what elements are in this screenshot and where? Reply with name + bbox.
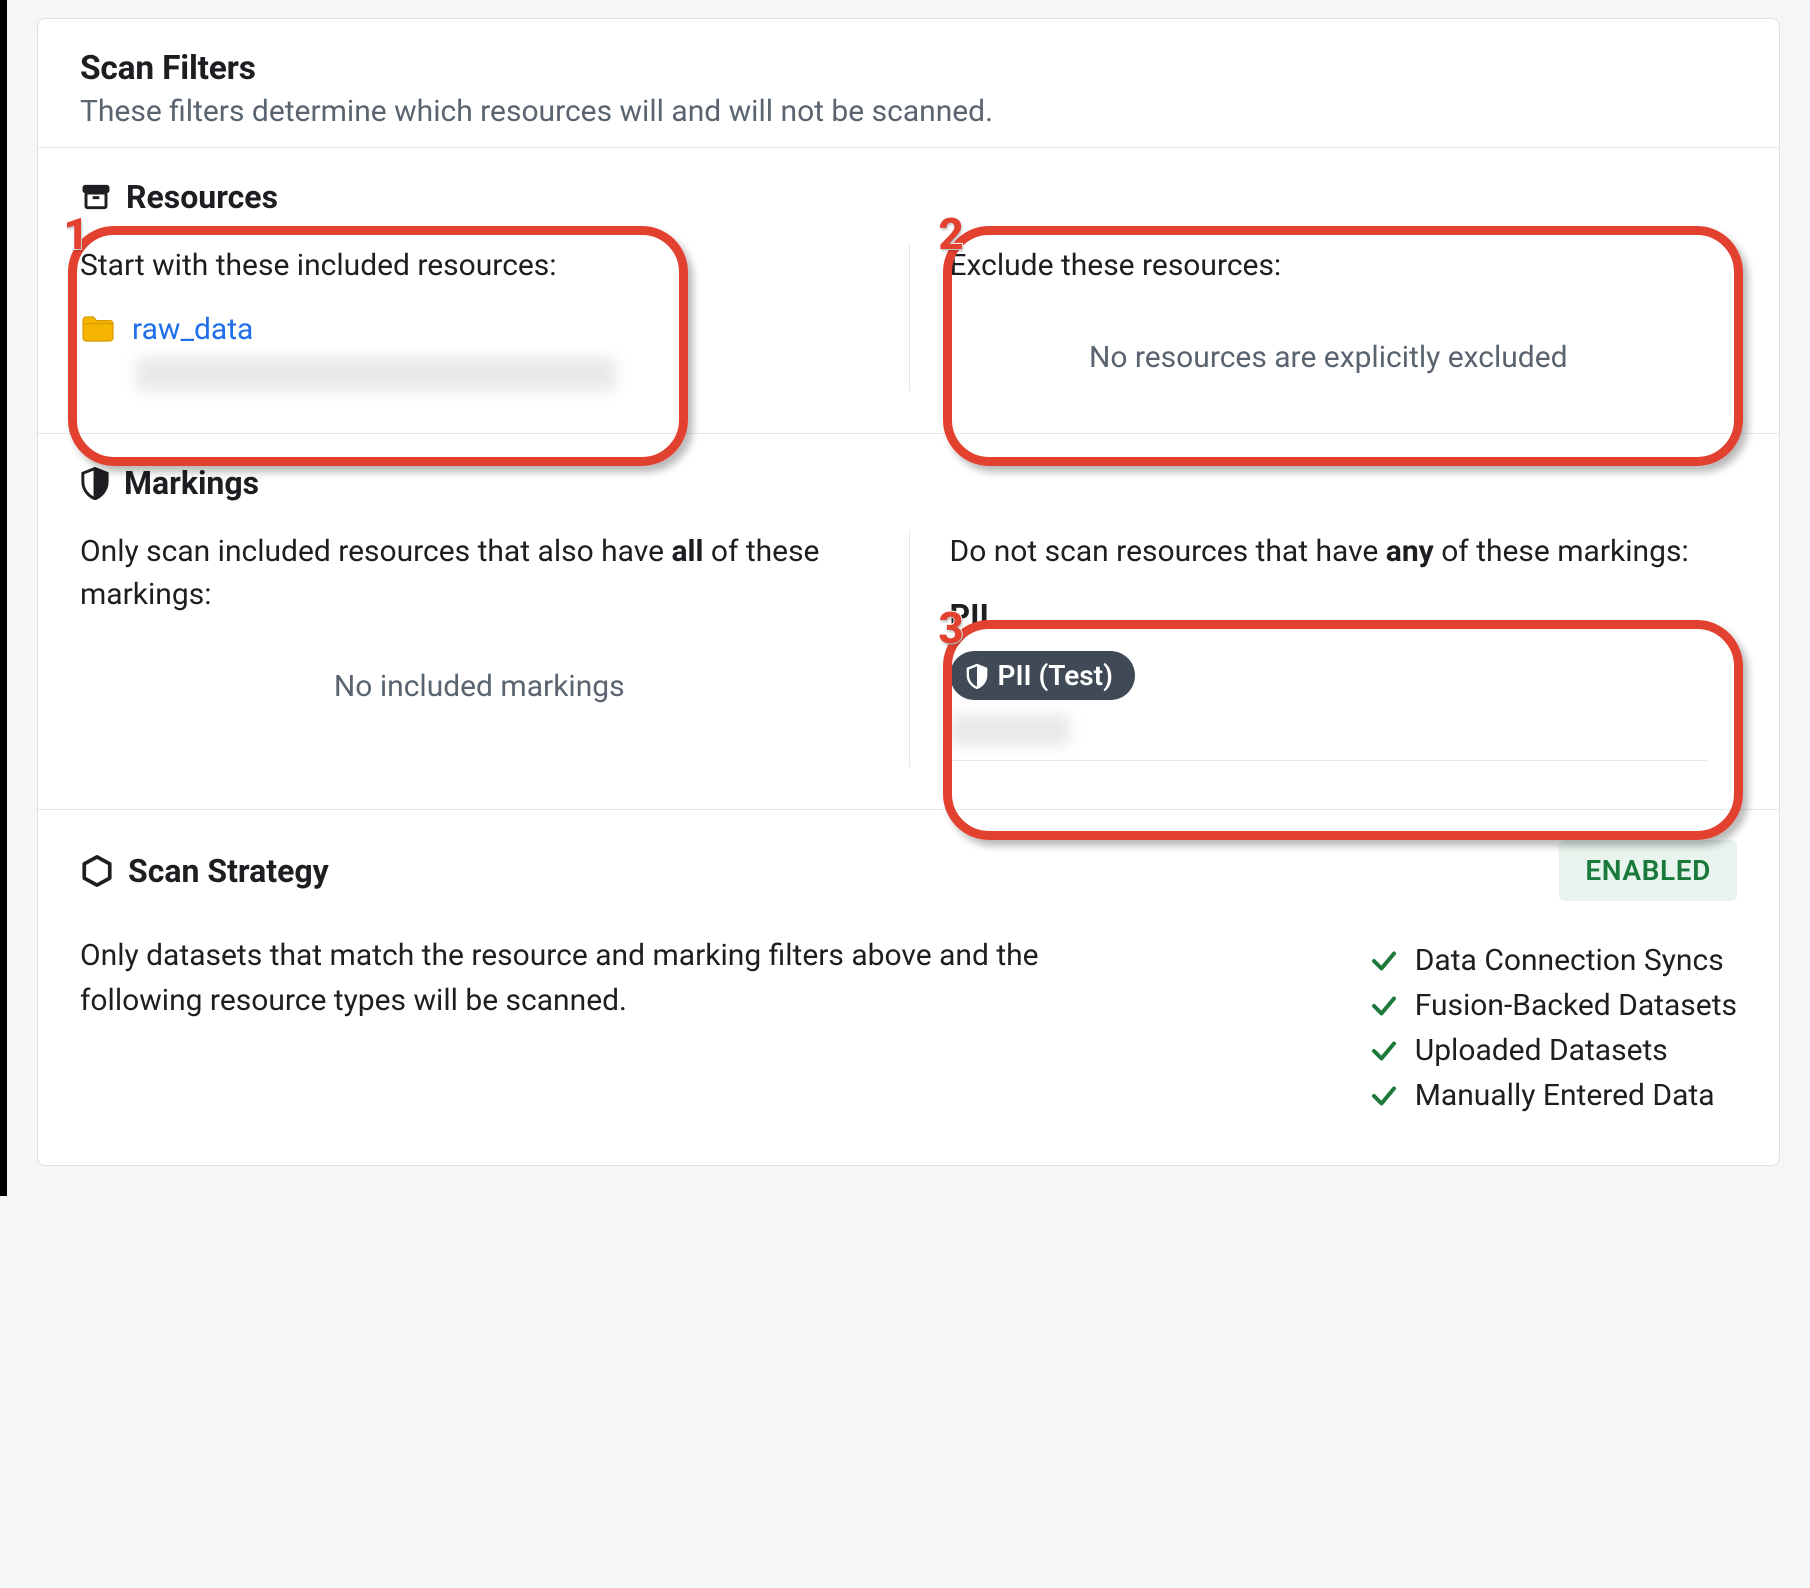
strategy-body: Only datasets that match the resource an… bbox=[80, 905, 1737, 1123]
enabled-badge: ENABLED bbox=[1559, 840, 1737, 901]
strategy-header-row: Scan Strategy ENABLED bbox=[80, 840, 1737, 901]
strategy-item-label: Uploaded Datasets bbox=[1415, 1033, 1668, 1068]
strategy-item-label: Manually Entered Data bbox=[1415, 1078, 1715, 1113]
strategy-description: Only datasets that match the resource an… bbox=[80, 933, 1130, 1023]
list-item: Fusion-Backed Datasets bbox=[1369, 988, 1737, 1023]
list-item: Uploaded Datasets bbox=[1369, 1033, 1737, 1068]
included-markings-heading: Only scan included resources that also h… bbox=[80, 530, 879, 617]
marking-chip-pii[interactable]: PII (Test) bbox=[950, 651, 1135, 700]
shield-icon bbox=[80, 466, 110, 500]
markings-section: Markings Only scan included resources th… bbox=[38, 434, 1779, 811]
resources-label-text: Resources bbox=[126, 178, 278, 216]
check-icon bbox=[1369, 1036, 1399, 1066]
list-item: Manually Entered Data bbox=[1369, 1078, 1737, 1113]
resources-label: Resources bbox=[80, 178, 1737, 216]
marking-group: PII PII (Test) bbox=[950, 597, 1708, 761]
strategy-item-label: Fusion-Backed Datasets bbox=[1415, 988, 1737, 1023]
included-markings-col: Only scan included resources that also h… bbox=[80, 530, 909, 768]
excluded-resources-empty: No resources are explicitly excluded bbox=[950, 312, 1708, 375]
page-subtitle: These filters determine which resources … bbox=[80, 94, 1737, 129]
strategy-types-list: Data Connection Syncs Fusion-Backed Data… bbox=[1369, 933, 1737, 1123]
check-icon bbox=[1369, 946, 1399, 976]
included-resources-col: Start with these included resources: raw… bbox=[80, 244, 909, 391]
markings-label-text: Markings bbox=[124, 464, 259, 502]
archive-box-icon bbox=[80, 181, 112, 213]
resource-item[interactable]: raw_data bbox=[80, 312, 879, 347]
redacted-path bbox=[136, 357, 616, 391]
excluded-resources-col: Exclude these resources: No resources ar… bbox=[909, 244, 1738, 391]
included-markings-empty: No included markings bbox=[80, 641, 879, 704]
check-icon bbox=[1369, 1081, 1399, 1111]
page-title: Scan Filters bbox=[80, 49, 1737, 88]
excluded-resources-heading: Exclude these resources: bbox=[950, 244, 1708, 288]
marking-group-title: PII bbox=[950, 597, 1708, 635]
resource-link-raw-data[interactable]: raw_data bbox=[132, 312, 253, 347]
strategy-item-label: Data Connection Syncs bbox=[1415, 943, 1724, 978]
redacted-chip bbox=[950, 714, 1070, 746]
list-item: Data Connection Syncs bbox=[1369, 943, 1737, 978]
scan-filters-panel: Scan Filters These filters determine whi… bbox=[37, 18, 1780, 1166]
strategy-section: Scan Strategy ENABLED Only datasets that… bbox=[38, 810, 1779, 1165]
excluded-markings-col: Do not scan resources that have any of t… bbox=[909, 530, 1738, 768]
excluded-markings-heading: Do not scan resources that have any of t… bbox=[950, 530, 1708, 574]
page-root: Scan Filters These filters determine whi… bbox=[0, 0, 1810, 1196]
resources-section: Resources Start with these included reso… bbox=[38, 148, 1779, 434]
shield-small-icon bbox=[966, 663, 988, 689]
strategy-label: Scan Strategy bbox=[80, 852, 329, 890]
resources-columns: Start with these included resources: raw… bbox=[80, 244, 1737, 391]
markings-columns: Only scan included resources that also h… bbox=[80, 530, 1737, 768]
included-resources-heading: Start with these included resources: bbox=[80, 244, 879, 288]
strategy-label-text: Scan Strategy bbox=[128, 852, 329, 890]
scan-filters-header: Scan Filters These filters determine whi… bbox=[38, 19, 1779, 148]
markings-label: Markings bbox=[80, 464, 1737, 502]
marking-chip-label: PII (Test) bbox=[998, 659, 1113, 692]
folder-icon bbox=[80, 314, 116, 344]
check-icon bbox=[1369, 991, 1399, 1021]
hexagon-icon bbox=[80, 854, 114, 888]
